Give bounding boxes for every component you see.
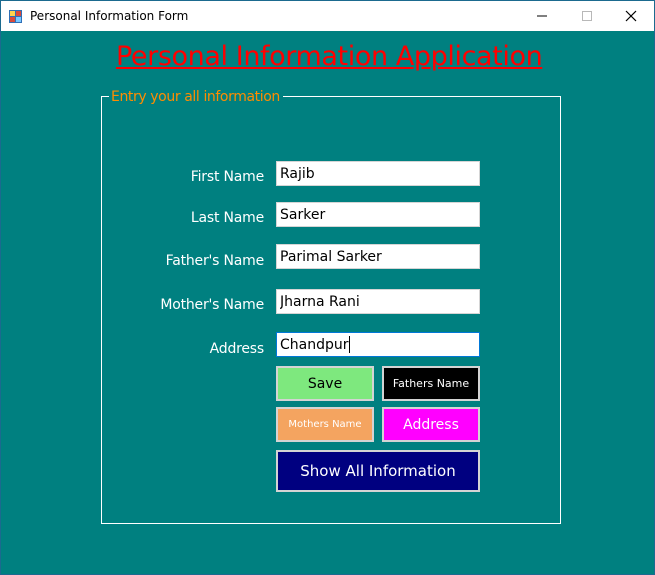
first-name-label: First Name xyxy=(190,169,264,185)
mother-name-label: Mother's Name xyxy=(160,297,264,313)
first-name-input[interactable] xyxy=(276,161,480,186)
groupbox-legend: Entry your all information xyxy=(109,88,283,106)
mothers-name-button[interactable]: Mothers Name xyxy=(276,407,374,442)
save-button[interactable]: Save xyxy=(276,366,374,401)
form-client-area: Personal Information Application Entry y… xyxy=(1,31,654,574)
fathers-name-button[interactable]: Fathers Name xyxy=(382,366,480,401)
mother-name-input[interactable] xyxy=(276,289,480,314)
address-input[interactable] xyxy=(276,332,480,357)
close-icon xyxy=(625,7,637,26)
address-label: Address xyxy=(209,341,265,357)
application-title: Personal Information Application xyxy=(116,41,543,72)
father-name-input[interactable] xyxy=(276,244,480,269)
last-name-label: Last Name xyxy=(190,210,264,226)
maximize-icon xyxy=(581,7,593,26)
last-name-input[interactable] xyxy=(276,202,480,227)
minimize-icon xyxy=(536,7,548,26)
close-button[interactable] xyxy=(608,1,654,31)
text-cursor xyxy=(349,336,350,353)
minimize-button[interactable] xyxy=(519,1,565,31)
window-title-bar[interactable]: Personal Information Form xyxy=(1,1,654,31)
maximize-button[interactable] xyxy=(564,1,610,31)
window-title: Personal Information Form xyxy=(30,9,189,23)
address-button[interactable]: Address xyxy=(382,407,480,442)
personal-information-form-window: Personal Information Form Personal Infor… xyxy=(0,0,655,575)
father-name-label: Father's Name xyxy=(165,253,265,269)
show-all-information-button[interactable]: Show All Information xyxy=(276,450,480,492)
form-app-icon xyxy=(9,8,22,23)
